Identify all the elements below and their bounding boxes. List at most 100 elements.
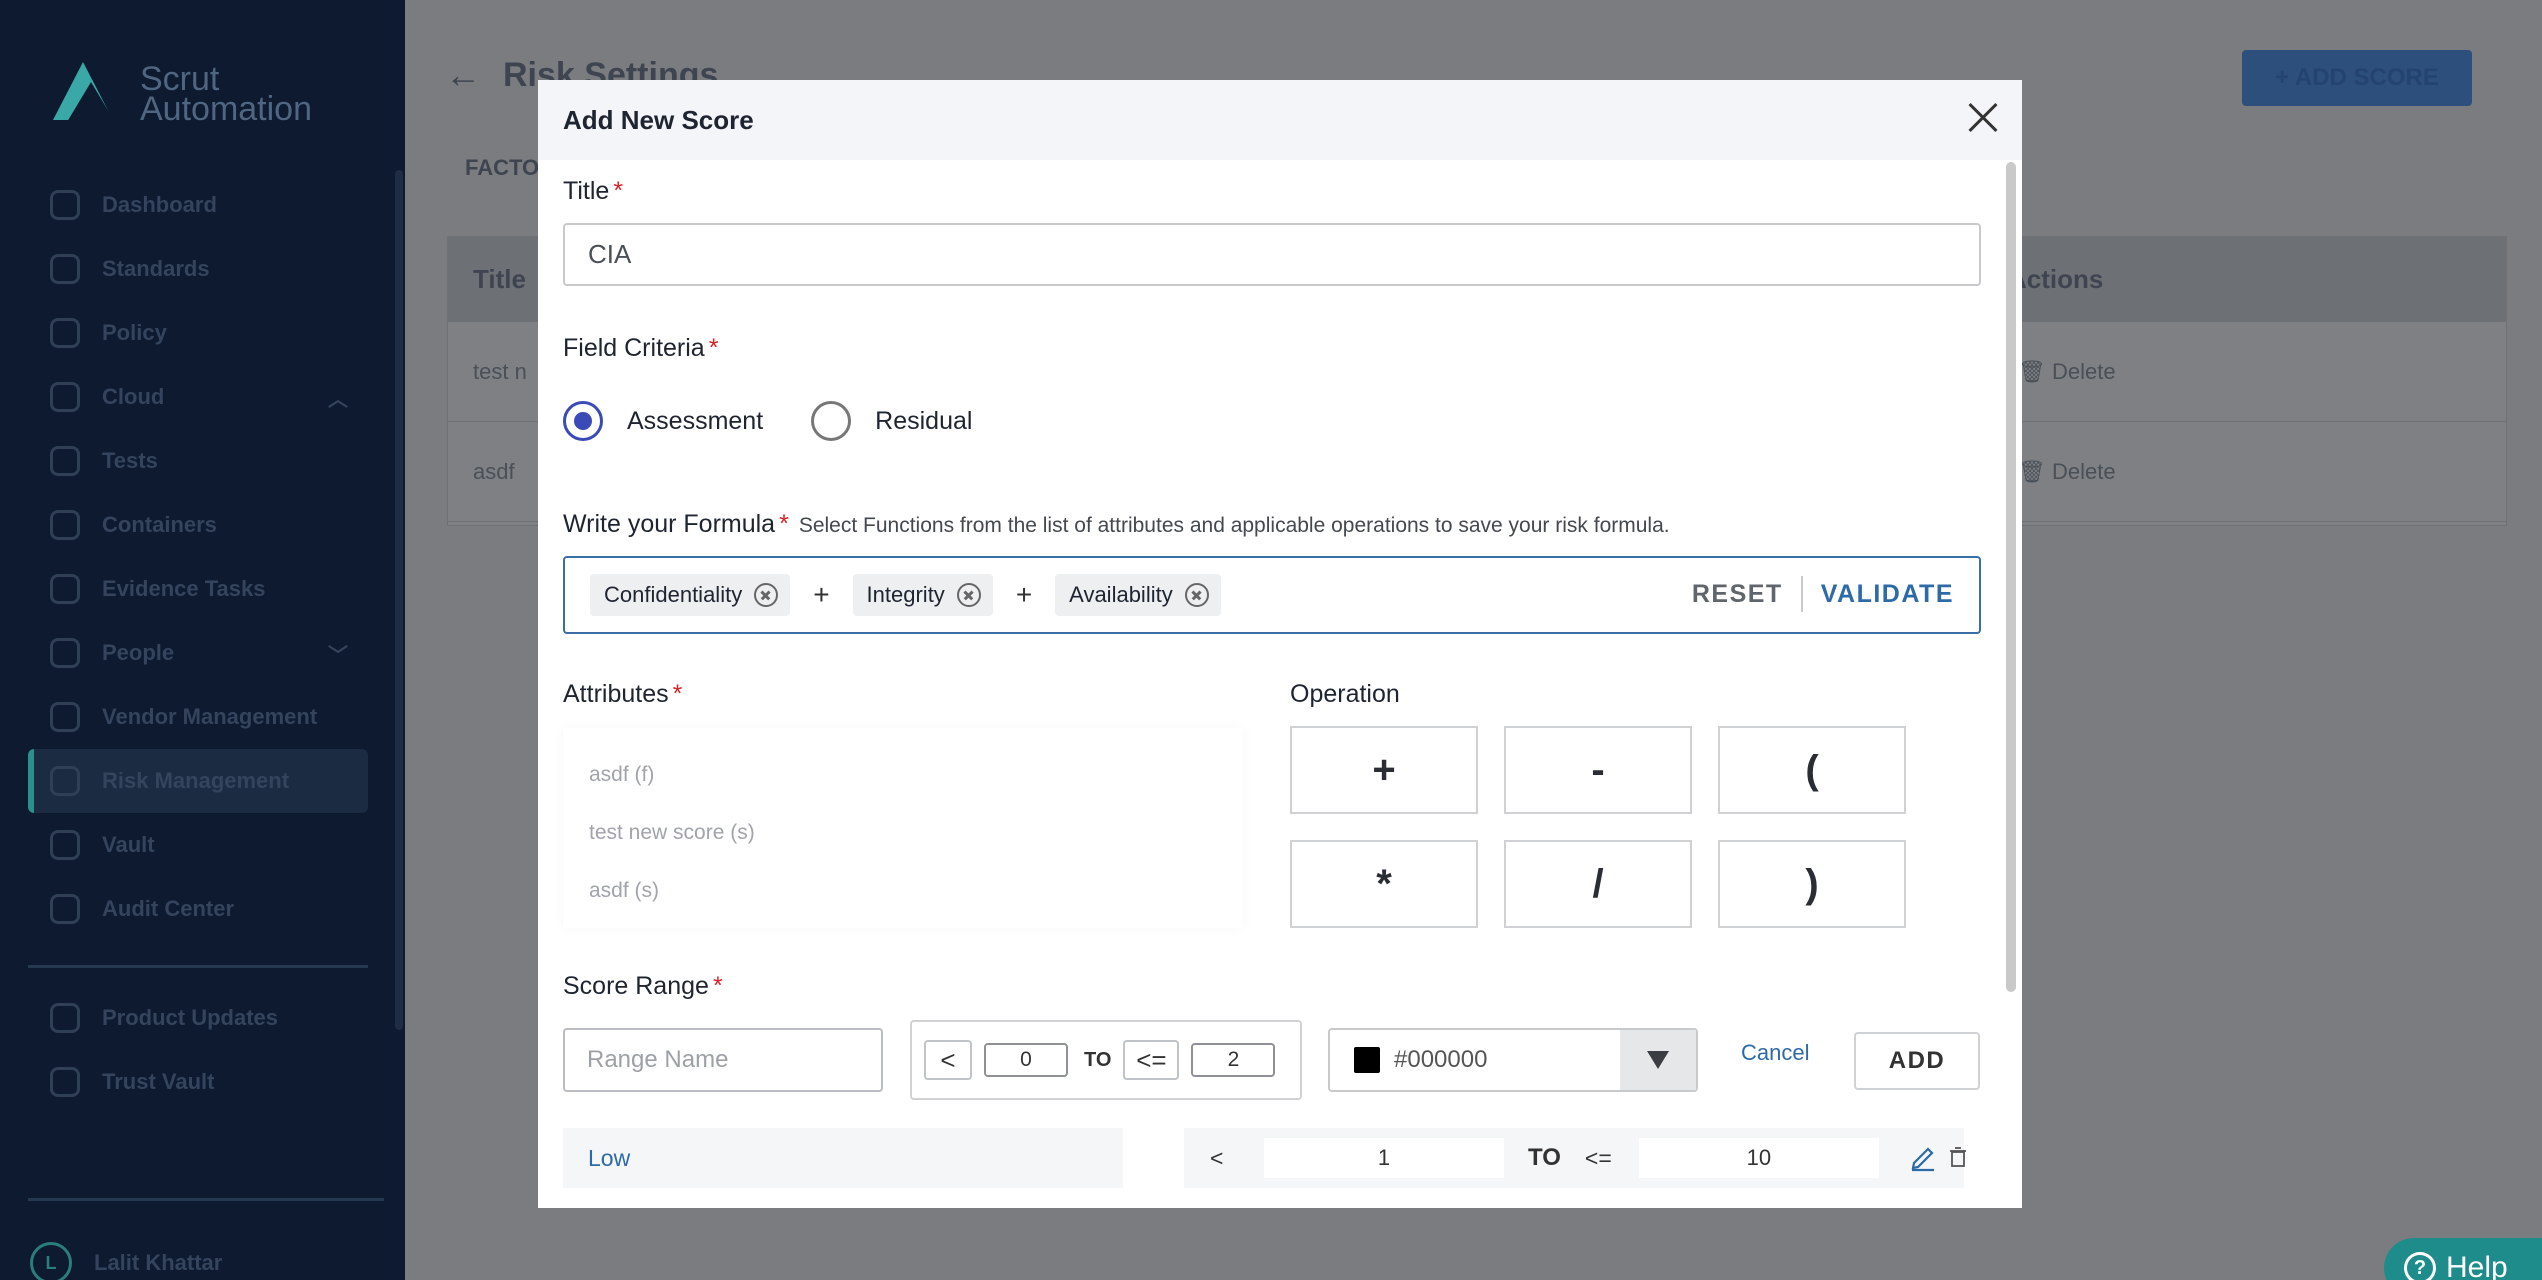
tests-icon xyxy=(50,446,80,476)
divider xyxy=(1800,576,1803,612)
sidebar-scrollbar[interactable] xyxy=(395,170,403,1030)
remove-chip-icon[interactable] xyxy=(956,583,981,607)
sidebar-item-audit-center[interactable]: Audit Center xyxy=(28,877,368,941)
color-picker[interactable]: #000000 xyxy=(1328,1028,1698,1092)
chevron-up-icon: ︿ xyxy=(328,388,348,411)
row-title: test n xyxy=(473,358,527,384)
vendor-icon xyxy=(50,702,80,732)
sidebar-item-dashboard[interactable]: Dashboard xyxy=(28,173,368,237)
op-open-paren-button[interactable]: ( xyxy=(1718,726,1906,814)
op-close-paren-button[interactable]: ) xyxy=(1718,840,1906,928)
delete-button[interactable]: 🗑 Delete xyxy=(2018,459,2116,485)
edit-pencil-icon[interactable] xyxy=(1909,1142,1937,1172)
chevron-down-icon: ﹀ xyxy=(328,644,348,667)
required-asterisk: * xyxy=(712,972,723,1000)
reset-button[interactable]: RESET xyxy=(1692,580,1783,609)
sidebar-item-tests[interactable]: Tests xyxy=(28,429,368,493)
sidebar-item-vault[interactable]: Vault xyxy=(28,813,368,877)
radio-residual[interactable] xyxy=(811,401,852,441)
modal-scrollbar[interactable] xyxy=(2006,162,2016,992)
megaphone-icon xyxy=(50,1003,80,1033)
vault-icon xyxy=(50,830,80,860)
formula-operator: + xyxy=(1015,579,1033,610)
sidebar-item-evidence-tasks[interactable]: Evidence Tasks xyxy=(28,557,368,621)
people-icon xyxy=(50,638,80,668)
sidebar-item-standards[interactable]: Standards xyxy=(28,237,368,301)
sidebar-bottom-divider xyxy=(28,1198,384,1201)
list-item[interactable]: asdf (f) xyxy=(563,746,1243,804)
app-logo[interactable]: Scrut Automation xyxy=(45,58,312,130)
sidebar-item-product-updates[interactable]: Product Updates xyxy=(28,986,368,1050)
lower-operator-button[interactable]: < xyxy=(924,1040,972,1080)
cancel-button[interactable]: Cancel xyxy=(1741,1040,1809,1066)
formula-chip-confidentiality: Confidentiality xyxy=(590,574,791,616)
column-header-title: Title xyxy=(473,264,526,294)
operation-grid: + - ( * / ) xyxy=(1290,726,1906,928)
op-minus-button[interactable]: - xyxy=(1504,726,1692,814)
formula-operator: + xyxy=(813,579,830,610)
question-icon: ? xyxy=(2404,1252,2436,1280)
range-bounds: < TO <= xyxy=(910,1020,1302,1100)
range-row-values: < 1 TO <= 10 xyxy=(1184,1128,1967,1188)
list-item[interactable]: asdf (s) xyxy=(563,862,1243,920)
shield-icon xyxy=(50,766,80,796)
formula-chip-availability: Availability xyxy=(1055,574,1221,616)
upper-value-input[interactable] xyxy=(1191,1043,1276,1077)
formula-chip-integrity: Integrity xyxy=(852,574,993,616)
range-name-input[interactable] xyxy=(563,1028,883,1092)
op-plus-button[interactable]: + xyxy=(1290,726,1478,814)
color-value: #000000 xyxy=(1394,1046,1488,1073)
op-multiply-button[interactable]: * xyxy=(1290,840,1478,928)
field-criteria-radio-group: Assessment Residual xyxy=(563,401,1020,441)
sidebar-item-vendor-management[interactable]: Vendor Management xyxy=(28,685,368,749)
op-divide-button[interactable]: / xyxy=(1504,840,1692,928)
title-label: Title * xyxy=(563,177,624,205)
range-row-to: TO xyxy=(1528,1144,1561,1171)
remove-chip-icon[interactable] xyxy=(754,583,779,607)
sidebar-item-trust-vault[interactable]: Trust Vault xyxy=(28,1050,368,1114)
sidebar: Scrut Automation Dashboard Standards Pol… xyxy=(0,0,405,1280)
delete-button[interactable]: 🗑 Delete xyxy=(2018,359,2116,385)
radio-assessment-label[interactable]: Assessment xyxy=(627,407,763,436)
sidebar-item-risk-management[interactable]: Risk Management xyxy=(28,749,368,813)
evidence-icon xyxy=(50,574,80,604)
back-arrow-icon[interactable]: ← xyxy=(445,54,481,96)
list-item[interactable]: test new score (s) xyxy=(563,804,1243,862)
modal-title: Add New Score xyxy=(563,104,754,135)
trash-icon[interactable] xyxy=(1949,1142,1967,1172)
required-asterisk: * xyxy=(708,334,719,362)
sidebar-item-cloud[interactable]: Cloud ︿ xyxy=(28,365,368,429)
add-score-button[interactable]: + ADD SCORE xyxy=(2242,50,2472,106)
lower-value-input[interactable] xyxy=(984,1043,1068,1077)
sidebar-divider xyxy=(28,965,368,968)
operation-label: Operation xyxy=(1290,680,1400,708)
radio-residual-label[interactable]: Residual xyxy=(875,407,972,436)
close-icon[interactable] xyxy=(1962,98,2002,138)
avatar: L xyxy=(30,1242,72,1280)
help-button[interactable]: ? Help xyxy=(2384,1238,2542,1280)
range-row-upper-op: <= xyxy=(1584,1144,1612,1171)
upper-operator-button[interactable]: <= xyxy=(1123,1040,1180,1080)
formula-input[interactable]: Confidentiality + Integrity + Availabili… xyxy=(563,556,1981,634)
policy-icon xyxy=(50,318,80,348)
user-profile[interactable]: L Lalit Khattar xyxy=(30,1242,222,1280)
field-criteria-label: Field Criteria * xyxy=(563,334,719,362)
required-asterisk: * xyxy=(779,510,789,538)
remove-chip-icon[interactable] xyxy=(1184,583,1209,607)
chevron-down-icon[interactable] xyxy=(1620,1030,1696,1090)
row-title: asdf xyxy=(473,458,515,484)
radio-assessment[interactable] xyxy=(563,401,603,441)
range-row-upper-value: 10 xyxy=(1638,1138,1879,1178)
title-input[interactable] xyxy=(563,223,1981,286)
standards-icon xyxy=(50,254,80,284)
sidebar-item-people[interactable]: People ﹀ xyxy=(28,621,368,685)
attributes-label: Attributes * xyxy=(563,680,683,708)
column-header-actions: Actions xyxy=(2008,264,2104,294)
tab-factors[interactable]: FACTO xyxy=(465,155,539,181)
sidebar-item-containers[interactable]: Containers xyxy=(28,493,368,557)
validate-button[interactable]: VALIDATE xyxy=(1821,580,1954,609)
cloud-icon xyxy=(50,382,80,412)
sidebar-item-policy[interactable]: Policy xyxy=(28,301,368,365)
range-row-lower-value: 1 xyxy=(1264,1138,1504,1178)
add-range-button[interactable]: ADD xyxy=(1854,1032,1980,1090)
